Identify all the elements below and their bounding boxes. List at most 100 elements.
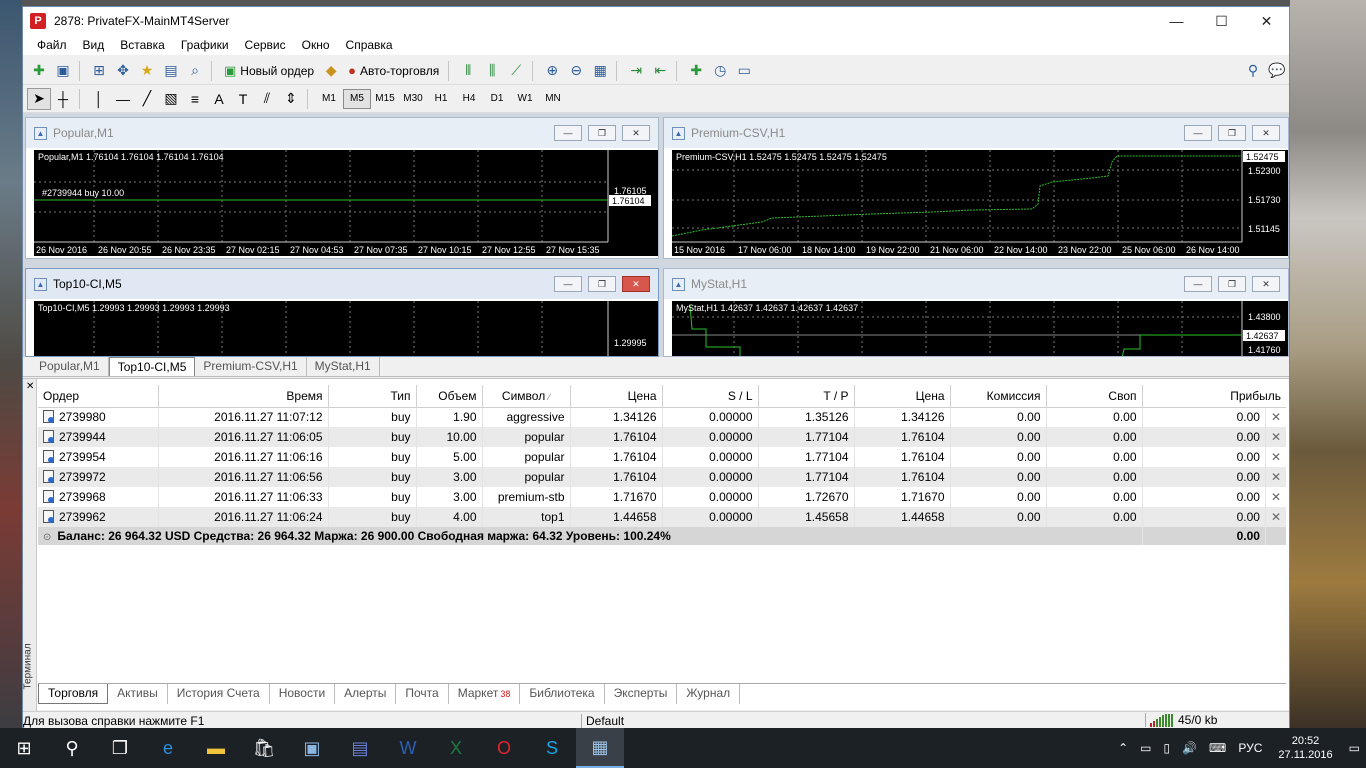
- col-symbol[interactable]: Символ ⁄: [482, 385, 571, 408]
- search-icon[interactable]: ⚲: [48, 728, 96, 768]
- restore-chart-button[interactable]: ❐: [1218, 125, 1246, 141]
- tab-news[interactable]: Новости: [270, 684, 336, 704]
- balance-row[interactable]: ⊙ Баланс: 26 964.32 USD Средства: 26 964.…: [38, 527, 1286, 545]
- menu-help[interactable]: Справка: [338, 38, 401, 52]
- zoom-in-icon[interactable]: ⊕: [540, 60, 564, 82]
- col-type[interactable]: Тип: [328, 385, 417, 408]
- close-order-icon[interactable]: ✕: [1265, 507, 1286, 527]
- chart-window-mystat[interactable]: ▲ MyStat,H1 — ❐ ✕ MyStat,H1 1.42637 1.42637…: [663, 268, 1289, 357]
- templates-icon[interactable]: ▭: [732, 60, 756, 82]
- menu-file[interactable]: Файл: [29, 38, 75, 52]
- menu-view[interactable]: Вид: [75, 38, 113, 52]
- text-icon[interactable]: A: [207, 88, 231, 110]
- tab-library[interactable]: Библиотека: [520, 684, 605, 704]
- close-order-icon[interactable]: ✕: [1265, 447, 1286, 467]
- navigator-icon[interactable]: ★: [135, 60, 159, 82]
- chart-tab-mystat[interactable]: MyStat,H1: [307, 357, 380, 376]
- cursor-icon[interactable]: ➤: [27, 87, 51, 110]
- menu-charts[interactable]: Графики: [173, 38, 237, 52]
- menu-window[interactable]: Окно: [294, 38, 338, 52]
- timeframe-h1[interactable]: H1: [427, 89, 455, 109]
- new-order-button[interactable]: ▣ Новый ордер: [219, 60, 319, 82]
- mystat-chart[interactable]: MyStat,H1 1.42637 1.42637 1.42637 1.4263…: [672, 301, 1289, 357]
- excel-icon[interactable]: X: [432, 728, 480, 768]
- tab-mailbox[interactable]: Почта: [396, 684, 449, 704]
- maximize-button[interactable]: ☐: [1199, 7, 1244, 35]
- col-sl[interactable]: S / L: [662, 385, 759, 408]
- market-watch-icon[interactable]: ⊞: [87, 60, 111, 82]
- chat-icon[interactable]: 💬: [1265, 60, 1289, 82]
- fibonacci-icon[interactable]: ≡: [183, 88, 207, 110]
- candlestick-icon[interactable]: ⫼: [480, 60, 504, 82]
- restore-chart-button[interactable]: ❐: [588, 125, 616, 141]
- timeframe-m30[interactable]: M30: [399, 89, 427, 109]
- close-chart-button[interactable]: ✕: [1252, 125, 1280, 141]
- network-app-icon[interactable]: ▣: [288, 728, 336, 768]
- timeframe-m15[interactable]: M15: [371, 89, 399, 109]
- chart-tab-premium[interactable]: Premium-CSV,H1: [195, 357, 307, 376]
- chart-tab-popular[interactable]: Popular,M1: [31, 357, 109, 376]
- search-icon[interactable]: ⚲: [1241, 60, 1265, 82]
- table-row[interactable]: 2739954 2016.11.27 11:06:16 buy 5.00 pop…: [38, 447, 1286, 467]
- terminal-close-icon[interactable]: ✕: [26, 381, 34, 392]
- terminal-icon[interactable]: ▤: [159, 60, 183, 82]
- menu-insert[interactable]: Вставка: [112, 38, 173, 52]
- clock[interactable]: 20:52 27.11.2016: [1278, 734, 1332, 762]
- close-order-icon[interactable]: ✕: [1265, 407, 1286, 427]
- start-icon[interactable]: ⊞: [0, 728, 48, 768]
- col-tp[interactable]: T / P: [758, 385, 855, 408]
- chart-window-top10[interactable]: ▲ Top10-CI,M5 — ❐ ✕ Top10-CI,M5 1.29993 1.2…: [25, 268, 659, 357]
- bar-chart-icon[interactable]: ⫴: [456, 60, 480, 82]
- trendline-icon[interactable]: ╱: [135, 88, 159, 110]
- premium-chart[interactable]: Premium-CSV,H1 1.52475 1.52475 1.52475 1…: [672, 150, 1289, 256]
- tab-experts[interactable]: Эксперты: [605, 684, 678, 704]
- skype-icon[interactable]: S: [528, 728, 576, 768]
- chart-shift-icon[interactable]: ⇤: [648, 60, 672, 82]
- status-traffic[interactable]: 45/0 kb: [1145, 713, 1217, 727]
- tab-alerts[interactable]: Алерты: [335, 684, 397, 704]
- col-volume[interactable]: Объем: [416, 385, 483, 408]
- popular-chart[interactable]: Popular,M1 1.76104 1.76104 1.76104 1.761…: [34, 150, 658, 256]
- close-button[interactable]: ✕: [1244, 7, 1289, 35]
- col-profit[interactable]: Прибыль: [1142, 385, 1286, 408]
- minimize-chart-button[interactable]: —: [554, 125, 582, 141]
- table-row[interactable]: 2739980 2016.11.27 11:07:12 buy 1.90 agg…: [38, 407, 1286, 427]
- show-hidden-icon[interactable]: ⌃: [1118, 741, 1128, 755]
- volume-icon[interactable]: 🔊: [1182, 741, 1197, 755]
- arrows-icon[interactable]: ⇕: [279, 88, 303, 110]
- close-chart-button[interactable]: ✕: [622, 125, 650, 141]
- minimize-chart-button[interactable]: —: [1184, 276, 1212, 292]
- timeframe-m1[interactable]: M1: [315, 89, 343, 109]
- metaeditor-icon[interactable]: ◆: [319, 60, 343, 82]
- line-chart-icon[interactable]: ⟋: [504, 60, 528, 82]
- col-current-price[interactable]: Цена: [854, 385, 951, 408]
- timeframe-m5[interactable]: M5: [343, 88, 371, 109]
- close-chart-button[interactable]: ✕: [1252, 276, 1280, 292]
- store-icon[interactable]: 🛍: [240, 728, 288, 768]
- restore-chart-button[interactable]: ❐: [1218, 276, 1246, 292]
- opera-icon[interactable]: O: [480, 728, 528, 768]
- save-app-icon[interactable]: ▤: [336, 728, 384, 768]
- minimize-button[interactable]: —: [1154, 7, 1199, 35]
- timeframe-d1[interactable]: D1: [483, 89, 511, 109]
- text-label-icon[interactable]: T: [231, 88, 255, 110]
- table-row[interactable]: 2739944 2016.11.27 11:06:05 buy 10.00 po…: [38, 427, 1286, 447]
- explorer-icon[interactable]: ▬: [192, 728, 240, 768]
- vertical-line-icon[interactable]: │: [87, 88, 111, 110]
- top10-chart[interactable]: Top10-CI,M5 1.29993 1.29993 1.29993 1.29…: [34, 301, 658, 357]
- horizontal-line-icon[interactable]: —: [111, 88, 135, 110]
- table-row[interactable]: 2739972 2016.11.27 11:06:56 buy 3.00 pop…: [38, 467, 1286, 487]
- profiles-icon[interactable]: ▣: [51, 60, 75, 82]
- tab-market[interactable]: Маркет 38: [449, 684, 521, 704]
- col-price[interactable]: Цена: [570, 385, 663, 408]
- crosshair-icon[interactable]: ┼: [51, 88, 75, 110]
- table-row[interactable]: 2739968 2016.11.27 11:06:33 buy 3.00 pre…: [38, 487, 1286, 507]
- new-chart-icon[interactable]: ✚: [27, 60, 51, 82]
- close-chart-button[interactable]: ✕: [622, 276, 650, 292]
- auto-scroll-icon[interactable]: ⇥: [624, 60, 648, 82]
- language-indicator[interactable]: РУС: [1238, 741, 1262, 755]
- tab-history[interactable]: История Счета: [168, 684, 270, 704]
- tab-trade[interactable]: Торговля: [38, 684, 109, 704]
- notifications-icon[interactable]: ▭: [1349, 741, 1360, 755]
- chart-window-premium[interactable]: ▲ Premium-CSV,H1 — ❐ ✕ Premium-CSV,H1 1.524…: [663, 117, 1289, 259]
